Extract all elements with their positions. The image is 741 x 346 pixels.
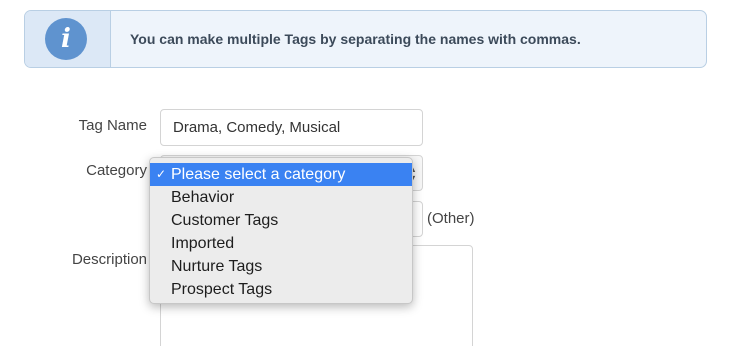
dropdown-option-label: Customer Tags xyxy=(171,212,279,229)
dropdown-option-label: Imported xyxy=(171,235,235,252)
dropdown-option[interactable]: Prospect Tags xyxy=(150,278,412,301)
check-icon: ✓ xyxy=(156,167,167,181)
description-label: Description xyxy=(71,251,147,268)
dropdown-option-label: Please select a category xyxy=(171,166,346,183)
info-icon-container: i xyxy=(25,11,111,67)
category-dropdown-menu: ✓ Please select a category Behavior Cust… xyxy=(149,157,413,304)
dropdown-option-label: Behavior xyxy=(171,189,235,206)
info-banner: i You can make multiple Tags by separati… xyxy=(24,10,707,68)
tag-form-page: i You can make multiple Tags by separati… xyxy=(0,0,741,346)
dropdown-option[interactable]: ✓ Please select a category xyxy=(150,163,412,186)
tag-name-label: Tag Name xyxy=(78,117,147,134)
dropdown-option[interactable]: Imported xyxy=(150,232,412,255)
dropdown-option[interactable]: Behavior xyxy=(150,186,412,209)
other-category-label: (Other) xyxy=(427,210,475,227)
category-label: Category xyxy=(86,162,147,179)
dropdown-option[interactable]: Customer Tags xyxy=(150,209,412,232)
dropdown-option-label: Nurture Tags xyxy=(171,258,263,275)
tag-name-input[interactable] xyxy=(160,109,423,146)
dropdown-option[interactable]: Nurture Tags xyxy=(150,255,412,278)
info-message: You can make multiple Tags by separating… xyxy=(130,31,581,47)
info-icon: i xyxy=(45,18,87,60)
dropdown-option-label: Prospect Tags xyxy=(171,281,273,298)
